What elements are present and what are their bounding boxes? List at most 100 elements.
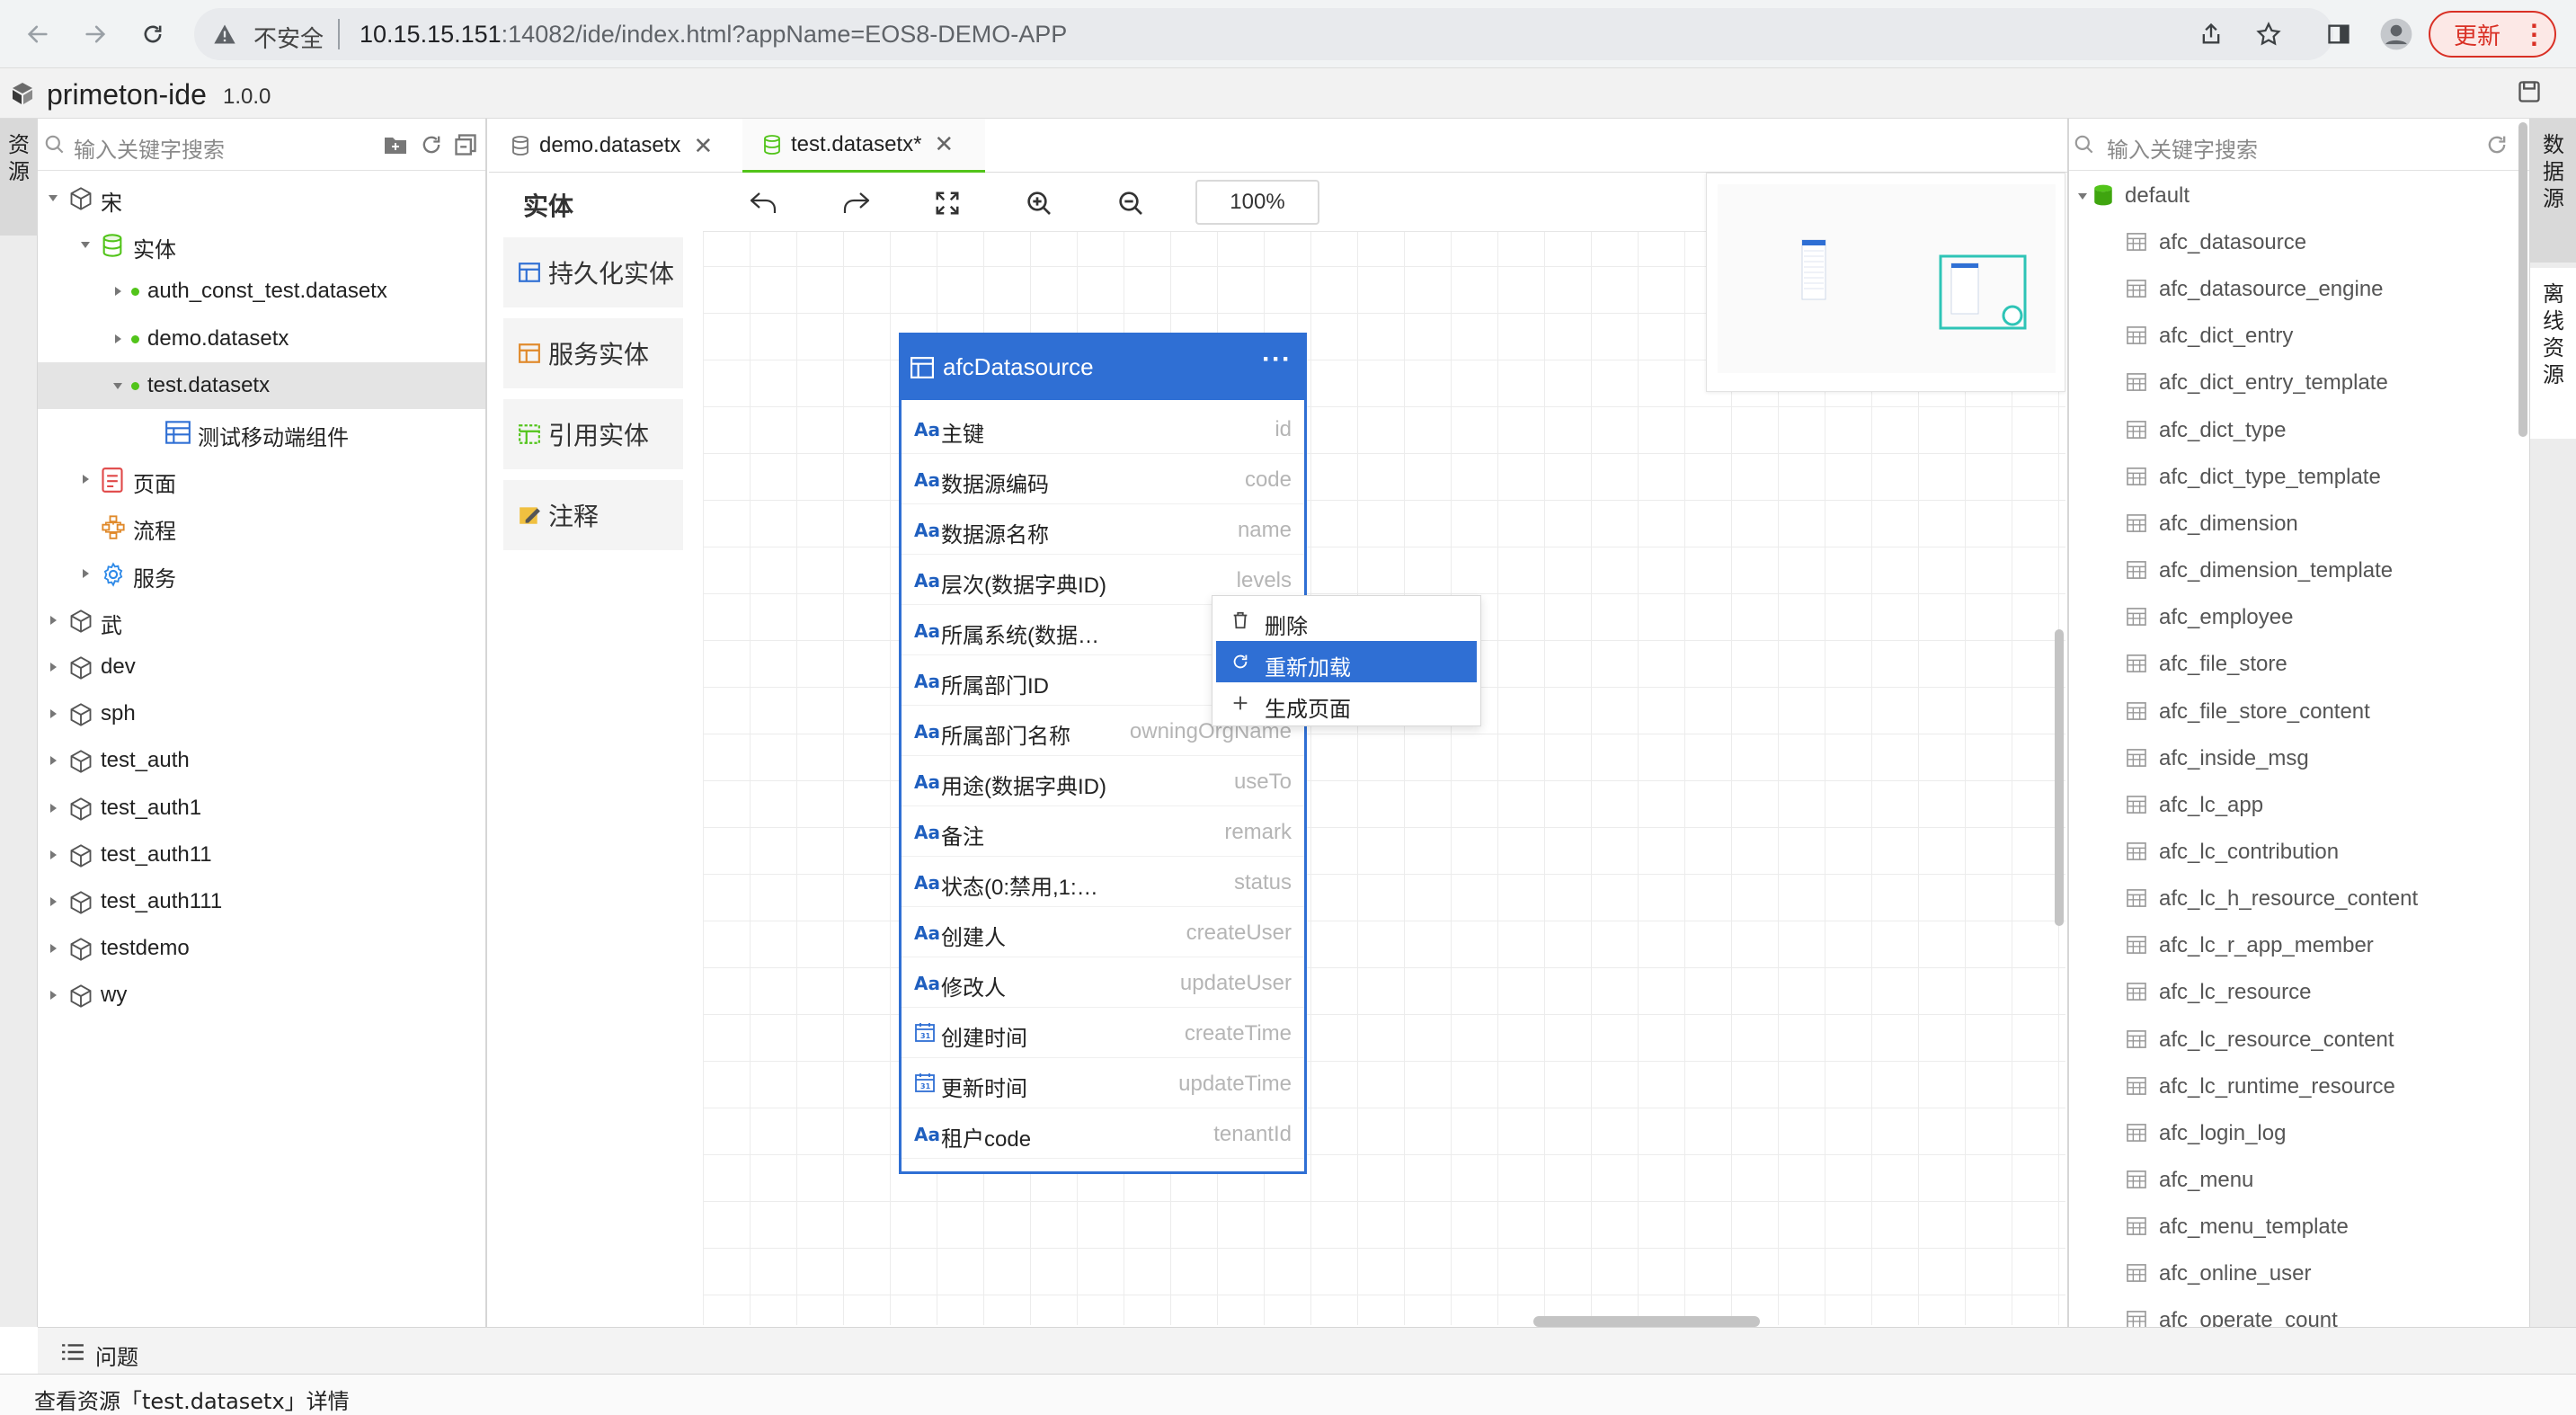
table-list-item[interactable]: afc_datasource_engine <box>2069 266 2518 313</box>
caret-right-icon[interactable] <box>111 333 124 345</box>
caret-right-icon[interactable] <box>47 708 59 720</box>
canvas-horizontal-scrollbar[interactable] <box>1533 1316 1760 1327</box>
table-list-item[interactable]: afc_lc_h_resource_content <box>2069 876 2518 922</box>
table-list-item[interactable]: afc_online_user <box>2069 1250 2518 1297</box>
tree-item[interactable]: 页面 <box>38 456 485 503</box>
caret-right-icon[interactable] <box>111 285 124 298</box>
caret-right-icon[interactable] <box>47 989 59 1001</box>
palette-item-service-entity[interactable]: 服务实体 <box>503 318 683 388</box>
table-list-item[interactable]: afc_dict_entry_template <box>2069 360 2518 406</box>
back-button[interactable] <box>20 16 56 52</box>
caret-right-icon[interactable] <box>47 802 59 814</box>
tree-item[interactable]: test_auth <box>38 737 485 784</box>
palette-item-persistent-entity[interactable]: 持久化实体 <box>503 237 683 307</box>
tree-item[interactable]: 宋 <box>38 174 485 221</box>
table-list-item[interactable]: afc_lc_resource <box>2069 969 2518 1016</box>
caret-right-icon[interactable] <box>47 849 59 861</box>
entity-field-row[interactable]: Aa 租户code tenantId <box>902 1108 1304 1159</box>
tree-item[interactable]: 服务 <box>38 550 485 597</box>
entity-field-row[interactable]: Aa 修改人 updateUser <box>902 957 1304 1008</box>
refresh-icon[interactable] <box>419 132 444 157</box>
caret-down-icon[interactable] <box>111 379 124 392</box>
entity-field-row[interactable]: 31 创建时间 createTime <box>902 1008 1304 1058</box>
reload-button[interactable] <box>135 16 171 52</box>
tree-item[interactable]: test.datasetx <box>38 361 485 409</box>
table-list-item[interactable]: afc_dict_type_template <box>2069 454 2518 501</box>
tree-item[interactable]: test_auth111 <box>38 878 485 925</box>
caret-down-icon[interactable] <box>79 238 92 251</box>
undo-button[interactable] <box>746 185 782 221</box>
entity-field-row[interactable]: Aa 用途(数据字典ID) useTo <box>902 756 1304 806</box>
tab-test-datasetx[interactable]: test.datasetx* ✕ <box>742 119 985 173</box>
save-icon[interactable] <box>2517 79 2542 104</box>
sidebar-toggle-button[interactable] <box>2321 16 2357 52</box>
menu-item-reload[interactable]: 重新加载 <box>1216 641 1477 682</box>
share-button[interactable] <box>2193 16 2229 52</box>
tab-offline-resources[interactable]: 离线资源 <box>2530 268 2576 439</box>
tree-item[interactable]: test_auth11 <box>38 832 485 878</box>
caret-down-icon[interactable] <box>47 191 59 204</box>
caret-right-icon[interactable] <box>47 614 59 627</box>
caret-right-icon[interactable] <box>47 895 59 908</box>
more-icon[interactable]: ··· <box>1262 344 1292 375</box>
tree-item[interactable]: 实体 <box>38 221 485 268</box>
tree-item[interactable]: dev <box>38 644 485 690</box>
tab-datasource[interactable]: 数据源 <box>2530 119 2576 263</box>
entity-header[interactable]: afcDatasource ··· <box>902 335 1304 400</box>
bookmark-button[interactable] <box>2251 16 2287 52</box>
table-list-item[interactable]: afc_employee <box>2069 594 2518 641</box>
palette-item-comment[interactable]: 注释 <box>503 480 683 550</box>
table-list-item[interactable]: afc_file_store <box>2069 641 2518 688</box>
table-list-item[interactable]: afc_dict_entry <box>2069 313 2518 360</box>
caret-right-icon[interactable] <box>47 661 59 673</box>
table-list-item[interactable]: afc_lc_contribution <box>2069 829 2518 876</box>
entity-field-row[interactable]: Aa 主键 id <box>902 404 1304 454</box>
caret-right-icon[interactable] <box>47 942 59 955</box>
entity-field-row[interactable]: Aa 数据源名称 name <box>902 504 1304 555</box>
close-icon[interactable]: ✕ <box>934 130 954 158</box>
forward-button[interactable] <box>77 16 113 52</box>
fit-screen-button[interactable] <box>929 185 965 221</box>
table-list-item[interactable]: afc_lc_runtime_resource <box>2069 1063 2518 1110</box>
close-icon[interactable]: ✕ <box>693 132 713 160</box>
canvas-vertical-scrollbar[interactable] <box>2055 629 2064 926</box>
new-folder-icon[interactable] <box>383 134 408 156</box>
zoom-level[interactable]: 100% <box>1195 180 1319 225</box>
caret-right-icon[interactable] <box>79 473 92 485</box>
table-list-item[interactable]: afc_inside_msg <box>2069 735 2518 782</box>
table-list-item[interactable]: afc_dimension <box>2069 501 2518 547</box>
tree-item[interactable]: wy <box>38 972 485 1019</box>
tab-demo-datasetx[interactable]: demo.datasetx ✕ <box>511 119 744 173</box>
entity-field-row[interactable]: 31 更新时间 updateTime <box>902 1058 1304 1108</box>
caret-right-icon[interactable] <box>47 754 59 767</box>
table-list-item[interactable]: afc_lc_app <box>2069 782 2518 829</box>
table-list-item[interactable]: afc_menu_template <box>2069 1204 2518 1250</box>
explorer-search-input[interactable]: 输入关键字搜索 <box>74 132 225 164</box>
collapse-all-icon[interactable] <box>453 132 478 157</box>
entity-field-row[interactable]: Aa 备注 remark <box>902 806 1304 857</box>
caret-down-icon[interactable] <box>2076 190 2089 202</box>
zoom-out-button[interactable] <box>1113 185 1149 221</box>
address-bar[interactable]: 不安全 10.15.15.151:14082/ide/index.html?ap… <box>194 8 2333 60</box>
entity-field-row[interactable]: Aa 状态(0:禁用,1:… status <box>902 857 1304 907</box>
entity-field-row[interactable]: Aa 数据源编码 code <box>902 454 1304 504</box>
datasource-root[interactable]: default <box>2069 173 2518 219</box>
tree-item[interactable]: sph <box>38 690 485 737</box>
caret-right-icon[interactable] <box>79 567 92 580</box>
tree-item[interactable]: 流程 <box>38 503 485 549</box>
menu-item-generate-page[interactable]: 生成页面 <box>1216 682 1477 724</box>
table-list-item[interactable]: afc_login_log <box>2069 1110 2518 1157</box>
zoom-in-button[interactable] <box>1021 185 1057 221</box>
table-list-item[interactable]: afc_dict_type <box>2069 407 2518 454</box>
refresh-icon[interactable] <box>2484 132 2509 157</box>
minimap[interactable] <box>1706 173 2065 392</box>
datasource-search-input[interactable]: 输入关键字搜索 <box>2107 132 2258 164</box>
tree-item[interactable]: 武 <box>38 597 485 644</box>
table-list-item[interactable]: afc_lc_resource_content <box>2069 1017 2518 1063</box>
entity-field-row[interactable]: Aa 创建人 createUser <box>902 907 1304 957</box>
table-list-item[interactable]: afc_menu <box>2069 1157 2518 1204</box>
tree-item[interactable]: test_auth1 <box>38 785 485 832</box>
update-button[interactable]: 更新 · · · <box>2429 11 2556 58</box>
table-list-item[interactable]: afc_file_store_content <box>2069 689 2518 735</box>
table-list-item[interactable]: afc_dimension_template <box>2069 547 2518 594</box>
